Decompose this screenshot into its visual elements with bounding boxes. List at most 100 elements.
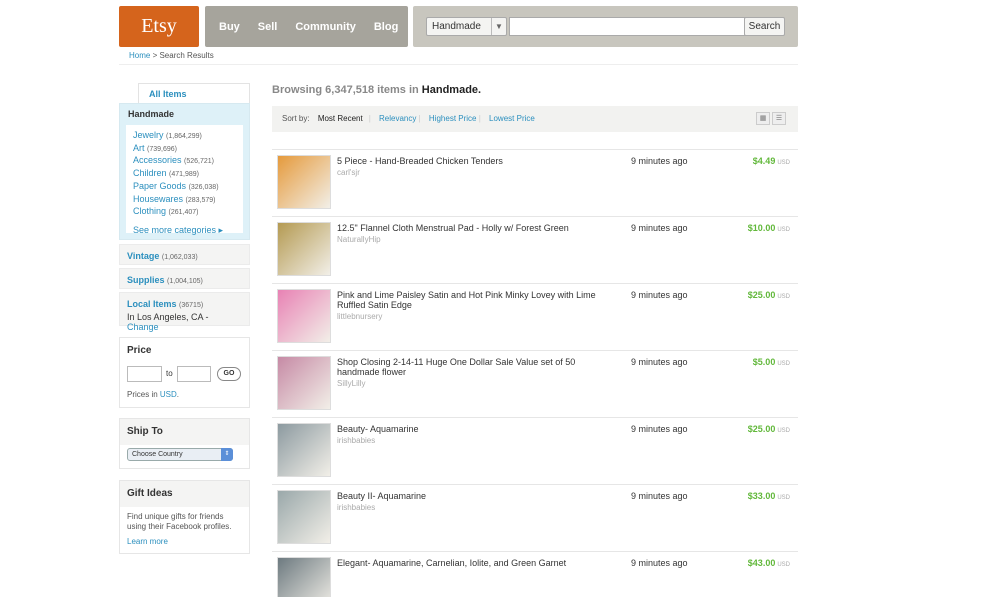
vintage-label[interactable]: Vintage xyxy=(127,251,159,261)
listing-row[interactable]: 12.5" Flannel Cloth Menstrual Pad - Holl… xyxy=(272,216,798,283)
category-item[interactable]: Jewelry (1,864,299) xyxy=(133,130,236,143)
category-label[interactable]: Art xyxy=(133,143,145,153)
listing-thumbnail[interactable] xyxy=(277,490,331,544)
listing-thumbnail[interactable] xyxy=(277,155,331,209)
listing-title[interactable]: Beauty- Aquamarine xyxy=(337,424,419,434)
category-item[interactable]: Accessories (526,721) xyxy=(133,155,236,168)
listing-title[interactable]: Shop Closing 2-14-11 Huge One Dollar Sal… xyxy=(337,357,575,377)
nav-sell[interactable]: Sell xyxy=(258,21,278,33)
listing-row[interactable]: Pink and Lime Paisley Satin and Hot Pink… xyxy=(272,283,798,350)
category-label[interactable]: Paper Goods xyxy=(133,181,186,191)
price-range: to GO xyxy=(120,364,249,384)
nav-buy[interactable]: Buy xyxy=(219,21,240,33)
category-item[interactable]: Housewares (283,579) xyxy=(133,194,236,207)
price-go-button[interactable]: GO xyxy=(217,367,241,381)
category-label[interactable]: Children xyxy=(133,168,167,178)
listing-thumbnail[interactable] xyxy=(277,289,331,343)
listing-time: 9 minutes ago xyxy=(631,491,688,501)
listing-thumbnail[interactable] xyxy=(277,356,331,410)
listing-price-value: $5.00 xyxy=(752,357,776,367)
learn-more-link[interactable]: Learn more xyxy=(127,537,168,546)
nav-blog[interactable]: Blog xyxy=(374,21,398,33)
supplies-count: (1,004,105) xyxy=(167,278,203,285)
listing-title[interactable]: Beauty II- Aquamarine xyxy=(337,491,426,501)
sort-relevancy[interactable]: Relevancy xyxy=(379,114,416,123)
sort-lowest-price[interactable]: Lowest Price xyxy=(489,114,535,123)
category-item[interactable]: Paper Goods (326,038) xyxy=(133,181,236,194)
listing-shop[interactable]: littlebnursery xyxy=(337,312,617,322)
listing-row[interactable]: Beauty II- Aquamarine irishbabies 9 minute… xyxy=(272,484,798,551)
category-label[interactable]: Jewelry xyxy=(133,130,164,140)
listing-title[interactable]: 12.5" Flannel Cloth Menstrual Pad - Holl… xyxy=(337,223,569,233)
price-max-input[interactable] xyxy=(177,366,211,382)
currency-link[interactable]: USD xyxy=(160,390,177,399)
listing-image xyxy=(278,223,330,275)
category-count: (526,721) xyxy=(184,158,214,166)
listing-price: $33.00 USD xyxy=(748,491,790,501)
listing-time: 9 minutes ago xyxy=(631,223,688,233)
breadcrumb: Home > Search Results xyxy=(129,51,214,60)
category-item[interactable]: Clothing (261,407) xyxy=(133,206,236,219)
supplies-box[interactable]: Supplies (1,004,105) xyxy=(119,268,250,289)
local-items-label[interactable]: Local Items xyxy=(127,299,177,309)
listing-title[interactable]: 5 Piece - Hand-Breaded Chicken Tenders xyxy=(337,156,503,166)
nav-community[interactable]: Community xyxy=(295,21,356,33)
listing-image xyxy=(278,424,330,476)
results-list: 5 Piece - Hand-Breaded Chicken Tenders ca… xyxy=(272,149,798,597)
vintage-box[interactable]: Vintage (1,062,033) xyxy=(119,244,250,265)
listing-shop[interactable]: irishbabies xyxy=(337,503,617,513)
etsy-logo[interactable]: Etsy xyxy=(119,6,199,47)
listing-price: $43.00 USD xyxy=(748,558,790,568)
listing-row[interactable]: Elegant- Aquamarine, Carnelian, Iolite, … xyxy=(272,551,798,597)
listing-price-value: $33.00 xyxy=(747,491,776,501)
category-label[interactable]: Housewares xyxy=(133,194,183,204)
search-bar: Handmade ▼ Search xyxy=(413,6,798,47)
tab-all-items[interactable]: All Items xyxy=(138,83,250,104)
search-input[interactable] xyxy=(509,17,755,36)
listing-thumbnail[interactable] xyxy=(277,222,331,276)
local-items-count: (36715) xyxy=(179,302,204,309)
change-location-link[interactable]: Change xyxy=(127,322,159,332)
listing-price-value: $25.00 xyxy=(747,290,776,300)
listing-row[interactable]: 5 Piece - Hand-Breaded Chicken Tenders ca… xyxy=(272,149,798,216)
category-label[interactable]: Accessories xyxy=(133,155,182,165)
listing-currency: USD xyxy=(777,227,790,233)
ship-to-panel: Ship To Choose Country ⇕ xyxy=(119,418,250,469)
price-min-input[interactable] xyxy=(127,366,162,382)
list-view-icon[interactable]: ☰ xyxy=(772,112,786,125)
listing-image xyxy=(278,558,330,597)
listing-thumbnail[interactable] xyxy=(277,423,331,477)
sort-highest-price[interactable]: Highest Price xyxy=(429,114,477,123)
category-label[interactable]: Clothing xyxy=(133,206,166,216)
listing-shop[interactable]: carl'sjr xyxy=(337,168,617,178)
breadcrumb-current: Search Results xyxy=(159,51,214,60)
listing-image xyxy=(278,156,330,208)
category-item[interactable]: Art (739,696) xyxy=(133,143,236,156)
listing-currency: USD xyxy=(777,294,790,300)
sort-separator: | xyxy=(416,114,423,123)
listing-currency: USD xyxy=(777,160,790,166)
listing-shop[interactable]: SillyLilly xyxy=(337,379,617,389)
listing-shop[interactable]: irishbabies xyxy=(337,436,617,446)
listing-title[interactable]: Elegant- Aquamarine, Carnelian, Iolite, … xyxy=(337,558,566,568)
gift-ideas-title: Gift Ideas xyxy=(120,481,249,507)
listing-thumbnail[interactable] xyxy=(277,557,331,597)
category-item[interactable]: Children (471,989) xyxy=(133,168,236,181)
search-category-select[interactable]: Handmade ▼ xyxy=(426,17,507,36)
listing-price-value: $43.00 xyxy=(747,558,776,568)
listing-row[interactable]: Shop Closing 2-14-11 Huge One Dollar Sal… xyxy=(272,350,798,417)
listing-title[interactable]: Pink and Lime Paisley Satin and Hot Pink… xyxy=(337,290,596,310)
see-more-categories-link[interactable]: See more categories ▸ xyxy=(133,225,236,236)
supplies-label[interactable]: Supplies xyxy=(127,275,165,285)
grid-view-icon[interactable]: ▦ xyxy=(756,112,770,125)
listing-time: 9 minutes ago xyxy=(631,558,688,568)
listing-shop[interactable]: NaturallyHip xyxy=(337,235,617,245)
choose-country-select[interactable]: Choose Country ⇕ xyxy=(127,448,233,461)
sort-most-recent[interactable]: Most Recent xyxy=(318,114,363,123)
listing-row[interactable]: Beauty- Aquamarine irishbabies 9 minutes a… xyxy=(272,417,798,484)
breadcrumb-home[interactable]: Home xyxy=(129,51,150,60)
header-divider xyxy=(119,64,798,65)
price-panel: Price to GO Prices in USD. xyxy=(119,337,250,408)
listing-price: $25.00 USD xyxy=(748,290,790,300)
search-button[interactable]: Search xyxy=(744,17,785,36)
